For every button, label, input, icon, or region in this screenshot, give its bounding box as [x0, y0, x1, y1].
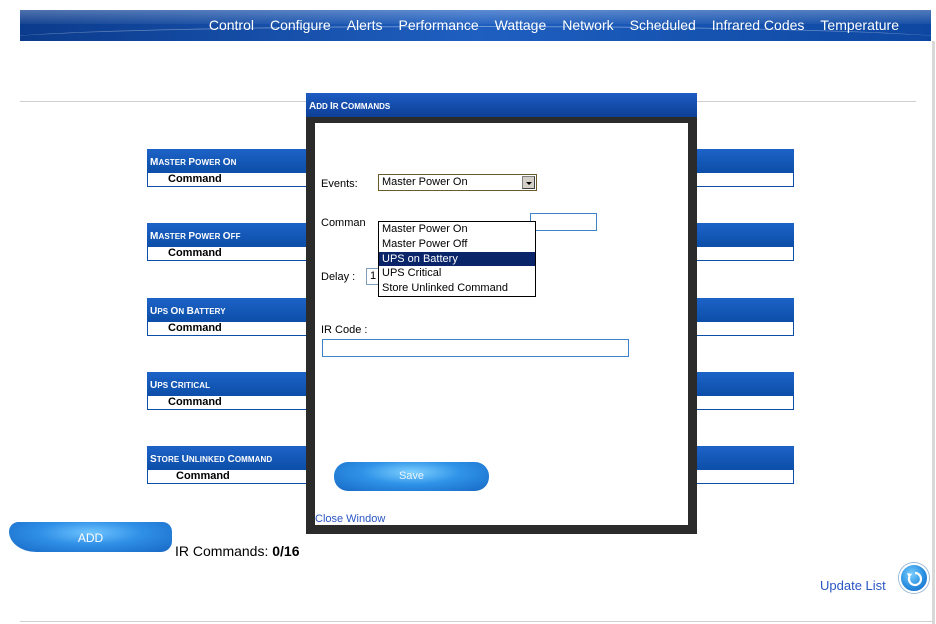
delay-label: Delay : — [321, 271, 356, 283]
command-input[interactable] — [530, 213, 597, 231]
modal-body: Events: Master Power On Comman Master Po… — [315, 123, 688, 525]
event-column-header: Command — [168, 396, 222, 408]
chevron-down-icon[interactable] — [522, 176, 535, 189]
ir-code-input[interactable] — [322, 339, 629, 357]
events-label: Events: — [321, 178, 358, 190]
top-navbar: Control Configure Alerts Performance Wat… — [20, 10, 931, 41]
add-ir-commands-modal: Add IR Commands Events: Master Power On … — [306, 93, 697, 534]
events-option[interactable]: Store Unlinked Command — [379, 281, 535, 296]
nav-alerts[interactable]: Alerts — [347, 17, 383, 33]
events-option[interactable]: Master Power On — [379, 222, 535, 237]
nav-wattage[interactable]: Wattage — [495, 17, 547, 33]
ir-count-label: IR Commands: — [175, 543, 269, 559]
close-window-link[interactable]: Close Window — [315, 513, 385, 525]
nav-temperature[interactable]: Temperature — [820, 17, 899, 33]
nav-performance[interactable]: Performance — [398, 17, 478, 33]
events-option-highlighted[interactable]: UPS on Battery — [379, 251, 535, 267]
update-list-link[interactable]: Update List — [820, 578, 886, 593]
modal-title: Add IR Commands — [306, 93, 697, 117]
refresh-icon[interactable] — [899, 563, 929, 593]
ir-count-value: 0/16 — [272, 543, 300, 559]
nav-scheduled[interactable]: Scheduled — [630, 17, 696, 33]
event-column-header: Command — [168, 322, 222, 334]
event-column-header: Command — [176, 470, 230, 482]
bottom-divider — [20, 621, 932, 622]
events-option[interactable]: UPS Critical — [379, 266, 535, 281]
events-option[interactable]: Master Power Off — [379, 237, 535, 252]
nav-configure[interactable]: Configure — [270, 17, 331, 33]
events-select[interactable]: Master Power On — [378, 174, 537, 191]
save-button[interactable]: Save — [334, 462, 489, 491]
add-button[interactable]: ADD — [9, 522, 172, 552]
nav-control[interactable]: Control — [209, 17, 254, 33]
events-dropdown-list: Master Power On Master Power Off UPS on … — [378, 221, 536, 297]
ir-commands-count: IR Commands: 0/16 — [175, 543, 300, 559]
scrollbar-edge — [932, 41, 935, 624]
ir-code-label: IR Code : — [321, 324, 368, 336]
command-label: Comman — [321, 217, 366, 229]
event-column-header: Command — [168, 173, 222, 185]
event-column-header: Command — [168, 247, 222, 259]
nav-infrared-codes[interactable]: Infrared Codes — [712, 17, 805, 33]
nav-links: Control Configure Alerts Performance Wat… — [209, 17, 899, 33]
nav-network[interactable]: Network — [562, 17, 613, 33]
events-selected-value: Master Power On — [382, 176, 468, 188]
